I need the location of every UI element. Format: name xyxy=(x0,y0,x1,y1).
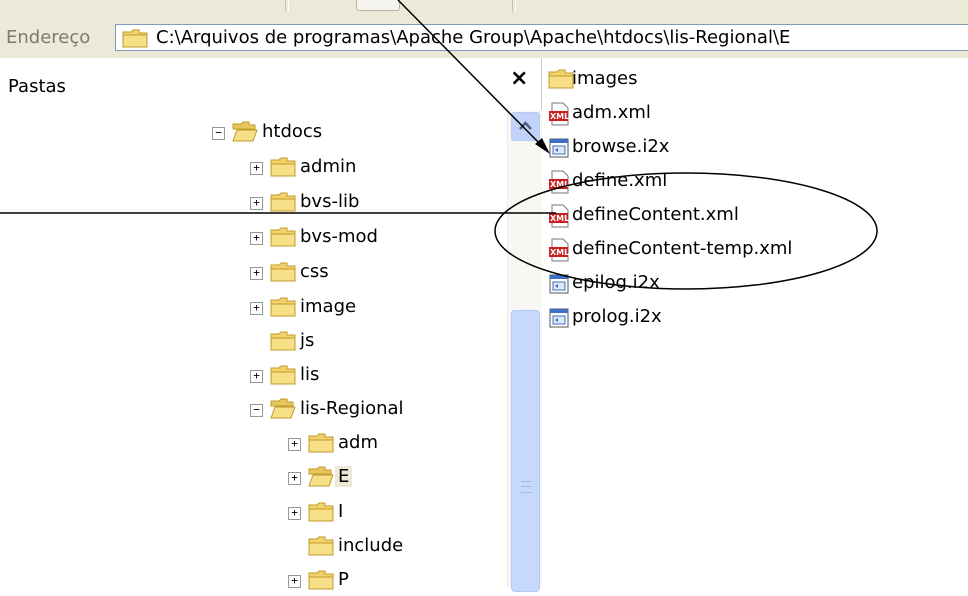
tree-item-label: adm xyxy=(338,432,378,453)
expand-icon[interactable]: + xyxy=(288,575,301,588)
expand-icon[interactable]: + xyxy=(250,370,263,383)
expand-icon[interactable]: + xyxy=(288,472,301,485)
folders-pane-title: Pastas xyxy=(8,76,66,97)
grip-icon xyxy=(521,481,531,493)
tree-item-label: bvs-mod xyxy=(300,226,378,247)
folder-icon xyxy=(308,432,334,458)
tree-item-label: bvs-lib xyxy=(300,191,360,212)
toolbar-strip xyxy=(0,0,968,19)
folder-icon xyxy=(270,191,296,217)
tree-item-label: css xyxy=(300,261,329,282)
folder-icon xyxy=(270,364,296,390)
scroll-up-button[interactable] xyxy=(511,112,540,141)
tree-item-label: E xyxy=(335,466,353,487)
address-input[interactable]: C:\Arquivos de programas\Apache Group\Ap… xyxy=(115,24,968,51)
folder-icon xyxy=(270,296,296,322)
xml-file-icon: XML xyxy=(548,204,570,232)
address-bar: Endereço C:\Arquivos de programas\Apache… xyxy=(0,18,968,59)
folder-icon xyxy=(122,28,148,52)
tree-item-label: I xyxy=(338,501,344,522)
folder-icon xyxy=(270,226,296,252)
expand-icon[interactable]: + xyxy=(250,302,263,315)
file-item-label: defineContent.xml xyxy=(572,204,739,225)
file-item-label: prolog.i2x xyxy=(572,306,662,327)
tree-item-label: lis xyxy=(300,364,320,385)
expand-icon[interactable]: + xyxy=(250,162,263,175)
tree-item-label: lis-Regional xyxy=(300,398,404,419)
folder-icon xyxy=(548,68,574,94)
folder-icon xyxy=(308,569,334,595)
folder-icon xyxy=(308,466,334,492)
file-item-label: images xyxy=(572,68,638,89)
file-item-label: adm.xml xyxy=(572,102,651,123)
xml-file-icon: XML xyxy=(548,238,570,266)
folders-pane-header: Pastas × xyxy=(0,58,541,108)
folder-icon xyxy=(270,398,296,424)
folder-icon xyxy=(270,261,296,287)
expand-icon[interactable]: + xyxy=(250,197,263,210)
i2x-file-icon xyxy=(548,136,570,164)
svg-text:XML: XML xyxy=(550,248,569,257)
expand-icon[interactable]: + xyxy=(250,232,263,245)
svg-text:XML: XML xyxy=(550,214,569,223)
toolbar-button[interactable] xyxy=(356,0,400,11)
svg-text:XML: XML xyxy=(550,180,569,189)
tree-item-label: js xyxy=(300,330,315,351)
file-item-label: define.xml xyxy=(572,170,668,191)
tree-item-label: image xyxy=(300,296,357,317)
expand-icon[interactable]: + xyxy=(288,438,301,451)
xml-file-icon: XML xyxy=(548,102,570,130)
i2x-file-icon xyxy=(548,306,570,334)
expand-icon[interactable]: + xyxy=(288,507,301,520)
tree-item-label: admin xyxy=(300,156,357,177)
scroll-thumb[interactable] xyxy=(511,310,540,592)
file-item-label: defineContent-temp.xml xyxy=(572,238,793,259)
collapse-icon[interactable]: − xyxy=(250,404,263,417)
folders-pane: Pastas × − htdocs + admin + bvs-lib + bvs-mod + c… xyxy=(0,58,542,592)
xml-file-icon: XML xyxy=(548,170,570,198)
address-value: C:\Arquivos de programas\Apache Group\Ap… xyxy=(156,27,791,48)
file-item-label: browse.i2x xyxy=(572,136,670,157)
toolbar-separator xyxy=(512,0,516,12)
expand-icon[interactable]: + xyxy=(250,267,263,280)
address-label: Endereço xyxy=(6,27,91,48)
tree-item-label: include xyxy=(338,535,404,556)
tree-item-label: htdocs xyxy=(262,121,323,142)
svg-text:XML: XML xyxy=(550,112,569,121)
i2x-file-icon xyxy=(548,272,570,300)
folder-icon xyxy=(270,156,296,182)
files-pane: images XML adm.xml browse.i2x XML define.xml X… xyxy=(542,58,968,587)
chevron-up-icon xyxy=(519,121,532,130)
collapse-icon[interactable]: − xyxy=(212,127,225,140)
file-item-label: epilog.i2x xyxy=(572,272,660,293)
folder-icon xyxy=(232,121,258,147)
folder-icon xyxy=(308,501,334,527)
folder-icon xyxy=(270,330,296,356)
toolbar-separator xyxy=(285,0,289,12)
folder-icon xyxy=(308,535,334,561)
close-icon[interactable]: × xyxy=(510,68,528,90)
vertical-scrollbar[interactable] xyxy=(507,110,542,592)
